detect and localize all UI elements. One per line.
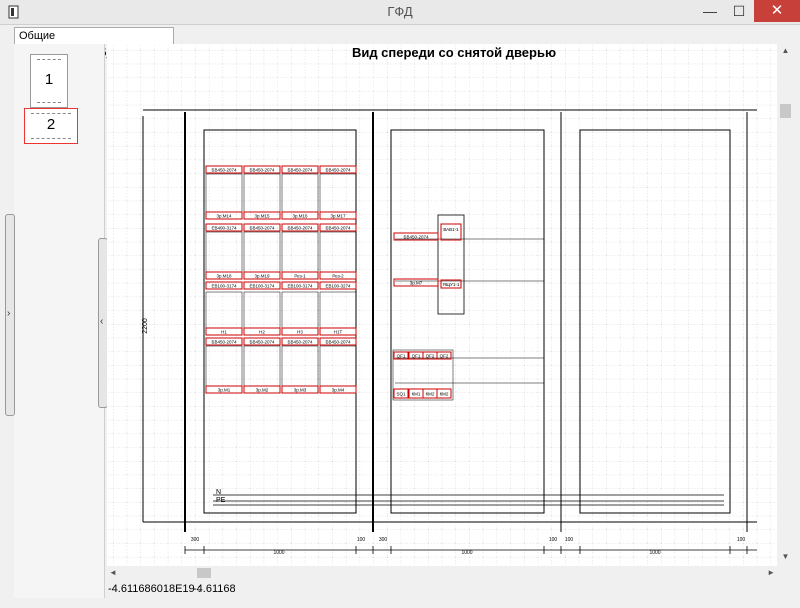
page-number-2: 2 <box>46 116 56 133</box>
document-tab[interactable]: Общие виды_02.07.2015_12.55.36 <box>14 27 174 59</box>
dimension-label: 1000 <box>649 550 660 556</box>
scroll-up-arrow[interactable]: ▲ <box>777 46 794 55</box>
minimize-button[interactable]: — <box>696 0 724 22</box>
vertical-scrollbar[interactable]: ▲ ▼ <box>777 44 794 566</box>
grid <box>107 44 777 566</box>
scroll-down-arrow[interactable]: ▼ <box>777 552 794 561</box>
module-label: 3р.М18 <box>216 274 232 279</box>
module-label: БВ450-2074 <box>250 226 275 231</box>
module-label: БВ450-2074 <box>288 226 313 231</box>
middle-label: 3р.М7 <box>410 281 423 286</box>
middle-label: ВАВ1-1 <box>443 227 459 232</box>
device-label: QF2 <box>440 354 449 359</box>
device-label: КМ2 <box>440 392 449 397</box>
module-label: ЕВ100-3174 <box>211 284 237 289</box>
device-label: КМ2 <box>426 392 435 397</box>
dimension-label: 300 <box>379 537 388 543</box>
page-thumbnail-2[interactable]: 2 <box>24 108 78 144</box>
page-number-1: 1 <box>44 71 54 88</box>
module-label: БВ450-2074 <box>288 340 313 345</box>
module-label: Рез-2 <box>332 274 344 279</box>
module-label: ЕВ100-3274 <box>325 284 351 289</box>
dimension-label: 1000 <box>273 550 284 556</box>
module-label: 3р.М3 <box>294 388 307 393</box>
dimension-label: 1000 <box>461 550 472 556</box>
title-bar: ГФД — ☐ ✕ <box>0 0 800 25</box>
vertical-scroll-thumb[interactable] <box>780 104 791 118</box>
status-bar: -4.611686018E19 : -4.611686 <box>107 581 777 598</box>
module-label: 3р.М2 <box>256 388 269 393</box>
module-label: БВ450-2074 <box>212 168 237 173</box>
close-button[interactable]: ✕ <box>754 0 800 22</box>
module-label: Н1Т <box>334 330 343 335</box>
module-label: БВ450-2074 <box>326 168 351 173</box>
device-label: QF2 <box>426 354 435 359</box>
module-label: Н2 <box>259 330 265 335</box>
bus-label-pe: PE <box>216 497 226 504</box>
module-label: 3р.М4 <box>332 388 345 393</box>
device-label: QF1 <box>397 354 406 359</box>
module-label: ЕВ100-3174 <box>249 284 275 289</box>
module-label: БВ450-2074 <box>326 226 351 231</box>
chevron-left-icon[interactable]: ‹ <box>100 316 103 327</box>
scroll-left-arrow[interactable]: ◄ <box>109 566 117 580</box>
window-title: ГФД <box>387 4 413 19</box>
module-label: Н3 <box>297 330 303 335</box>
module-label: Н1 <box>221 330 227 335</box>
module-label: БВ450-2074 <box>288 168 313 173</box>
scroll-right-arrow[interactable]: ► <box>767 566 775 580</box>
module-label: 3р.М19 <box>254 274 270 279</box>
module-label: 3р.М1 <box>218 388 231 393</box>
module-label: 3р.М17 <box>330 214 346 219</box>
horizontal-scroll-thumb[interactable] <box>197 568 211 578</box>
dimension-label: 100 <box>549 537 558 543</box>
module-label: БВ450-2074 <box>250 340 275 345</box>
device-label: QF1 <box>412 354 421 359</box>
module-label: 3р.М15 <box>254 214 270 219</box>
middle-label: БВ450-2074 <box>404 235 429 240</box>
module-label: 3р.М16 <box>292 214 308 219</box>
dimension-label: 100 <box>357 537 366 543</box>
coordinate-y: -4.611686 <box>193 583 235 595</box>
drawing-svg: Вид спереди со снятой дверью 2200 БВ450-… <box>107 44 777 566</box>
module-label: БВ450-2074 <box>250 168 275 173</box>
coordinate-x: -4.611686018E19 : <box>108 583 201 595</box>
drawing-title: Вид спереди со снятой дверью <box>352 45 556 60</box>
module-label: ЕВ100-3174 <box>287 284 313 289</box>
module-label: 3р.М14 <box>216 214 232 219</box>
module-label: ЕВ400-3174 <box>211 226 237 231</box>
horizontal-scrollbar[interactable]: ◄ ► <box>107 566 777 580</box>
dimension-label: 300 <box>191 537 200 543</box>
drawing-canvas[interactable]: Вид спереди со снятой дверью 2200 БВ450-… <box>107 44 777 566</box>
maximize-button[interactable]: ☐ <box>724 0 754 22</box>
device-label: КМ1 <box>412 392 421 397</box>
middle-label: ЯЩУ1-1 <box>443 282 460 287</box>
dimension-label: 100 <box>565 537 574 543</box>
module-label: БВ450-2074 <box>326 340 351 345</box>
module-label: Рез-1 <box>294 274 306 279</box>
chevron-right-icon[interactable]: › <box>7 308 10 319</box>
dimension-label: 100 <box>737 537 746 543</box>
device-label: SQ1 <box>396 392 406 397</box>
module-label: БВ450-2074 <box>212 340 237 345</box>
height-dim-label: 2200 <box>142 318 149 334</box>
page-thumbnail-1[interactable]: 1 <box>30 54 68 108</box>
